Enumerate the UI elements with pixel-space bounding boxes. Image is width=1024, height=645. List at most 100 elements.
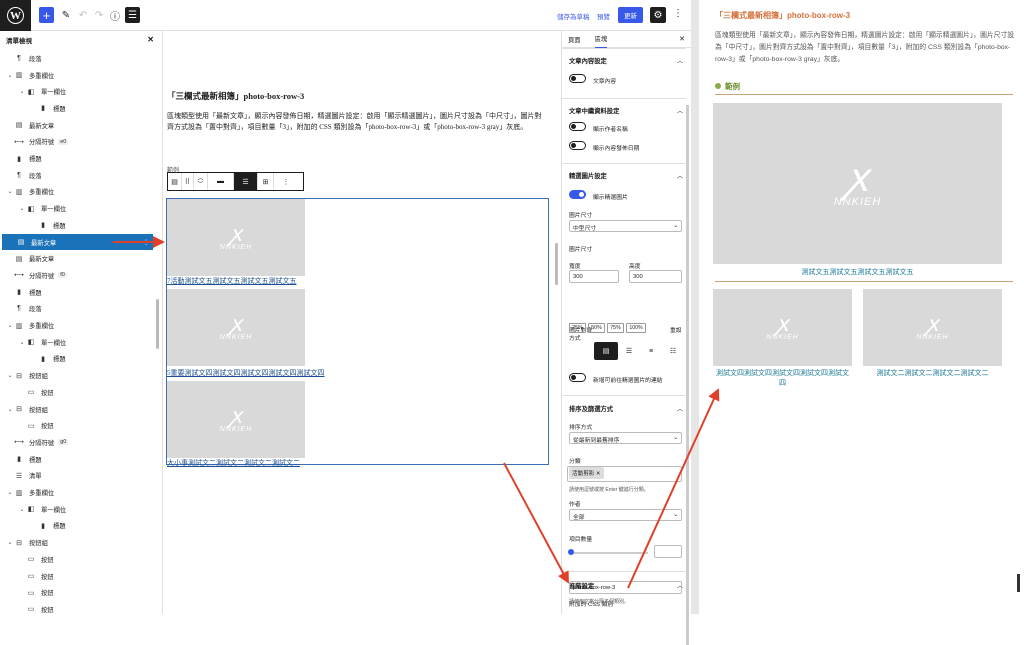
- chevron-down-icon[interactable]: ⌄: [6, 489, 14, 496]
- list-view-item[interactable]: ¶ 段落: [0, 50, 155, 67]
- chevron-down-icon[interactable]: ⌄: [6, 406, 14, 413]
- date-toggle[interactable]: [569, 141, 586, 150]
- section-title[interactable]: 排序及篩選方式: [569, 404, 613, 413]
- list-view-item[interactable]: ⌄ ⊟ 按鈕組: [0, 367, 155, 384]
- list-view-item[interactable]: ▭ 按鈕: [0, 584, 155, 601]
- list-view-item[interactable]: ⌄ ⊟ 按鈕組: [0, 534, 155, 551]
- canvas-scrollbar[interactable]: [555, 243, 558, 285]
- image-link-toggle[interactable]: [569, 373, 586, 382]
- align-center-icon[interactable]: ☰: [618, 342, 640, 360]
- close-icon[interactable]: ✕: [147, 35, 154, 44]
- list-view-item[interactable]: ▮ 標題: [0, 518, 155, 535]
- post-title-link[interactable]: 7活動測試文五測試文五測試文五測試文五: [167, 276, 305, 286]
- align-icon[interactable]: ▬: [208, 173, 234, 190]
- update-button[interactable]: 更新: [618, 7, 643, 23]
- chevron-down-icon[interactable]: ⌄: [18, 205, 26, 212]
- list-view-item[interactable]: ▮ 標題: [0, 150, 155, 167]
- list-view-item[interactable]: ⌄ ⊟ 按鈕組: [0, 401, 155, 418]
- chevron-up-icon[interactable]: ︿: [677, 171, 683, 180]
- list-view-item[interactable]: ▮ 標題: [0, 451, 155, 468]
- redo-icon[interactable]: ↷: [93, 7, 105, 23]
- chevron-down-icon[interactable]: ⌄: [6, 322, 14, 329]
- preview-caption-main[interactable]: 測試文五測試文五測試文五測試文五: [713, 267, 1002, 277]
- preview-caption-left[interactable]: 測試文四測試文四測試文四測試文四測試文四: [713, 368, 852, 388]
- preview-scrollbar[interactable]: [1017, 574, 1020, 592]
- list-view-item[interactable]: ▮ 標題: [0, 100, 155, 117]
- list-view-item[interactable]: ⌄ ◧ 單一欄位: [0, 334, 155, 351]
- content-toggle[interactable]: [569, 74, 586, 83]
- list-view-item[interactable]: ¶ 段落: [0, 301, 155, 318]
- list-view-item[interactable]: ▮ 標題: [0, 217, 155, 234]
- chevron-down-icon[interactable]: ⌄: [6, 372, 14, 379]
- list-view-item[interactable]: ▮ 標題: [0, 284, 155, 301]
- tab-block[interactable]: 區塊: [594, 30, 608, 48]
- preview-button[interactable]: 預覽: [597, 11, 610, 21]
- list-view-item[interactable]: ▤ 最新文章: [0, 117, 155, 134]
- list-view-item[interactable]: ⟷ 分隔符號 e0: [0, 134, 155, 151]
- list-layout-icon[interactable]: ☰: [234, 173, 258, 190]
- align-left-icon[interactable]: ▤: [594, 342, 618, 360]
- preview-main-image[interactable]: ꭗ NNKIEH: [713, 103, 1002, 264]
- list-view-item[interactable]: ⌄ ◧ 單一欄位: [0, 83, 155, 100]
- css-class-input[interactable]: photo-box-row-3: [569, 581, 682, 594]
- featured-image-toggle[interactable]: [569, 190, 586, 199]
- preview-image-left[interactable]: ꭗ NNKIEH: [713, 289, 852, 366]
- list-view-item[interactable]: ▤ 最新文章 ⋮: [2, 233, 153, 251]
- chevron-down-icon[interactable]: ⌄: [18, 339, 26, 346]
- list-view-item[interactable]: ¶ 段落: [0, 167, 155, 184]
- sort-select[interactable]: 從最新到最舊排序 ⌄: [569, 432, 682, 444]
- list-view-button[interactable]: ☰: [125, 7, 140, 23]
- preview-image-right[interactable]: ꭗ NNKIEH: [863, 289, 1002, 366]
- list-view-item[interactable]: ▮ 標題: [0, 351, 155, 368]
- save-draft-button[interactable]: 儲存為草稿: [557, 11, 590, 21]
- list-view-item[interactable]: ⟷ 分隔符號 f0: [0, 267, 155, 284]
- section-title[interactable]: 文章中繼資料設定: [569, 106, 619, 115]
- post-title-link[interactable]: 5重要測試文四測試文四測試文四測試文四測試文四: [167, 368, 325, 378]
- chevron-up-icon[interactable]: ︿: [677, 106, 683, 115]
- list-view-item[interactable]: ⌄ ◧ 單一欄位: [0, 501, 155, 518]
- reset-button[interactable]: 重設: [670, 325, 682, 334]
- list-view-item[interactable]: ⌄ ▥ 多重欄位: [0, 317, 155, 334]
- chevron-down-icon[interactable]: ⌄: [6, 188, 14, 195]
- pencil-icon[interactable]: ✎: [60, 7, 72, 23]
- post-title-link[interactable]: 大小事測試文二測試文二測試文二測試文二: [167, 458, 305, 468]
- list-view-scrollbar[interactable]: [156, 299, 159, 349]
- preview-caption-right[interactable]: 測試文二測試文二測試文二測試文二: [863, 368, 1002, 378]
- image-size-select[interactable]: 中型尺寸 ⌄: [569, 220, 682, 232]
- list-view-item[interactable]: ⌄ ◧ 單一欄位: [0, 200, 155, 217]
- align-right-icon[interactable]: ☷: [662, 342, 684, 360]
- list-view-item[interactable]: ▭ 按鈕: [0, 568, 155, 585]
- list-view-item[interactable]: ▤ 最新文章: [0, 250, 155, 267]
- list-view-item[interactable]: ⌄ ▥ 多重欄位: [0, 484, 155, 501]
- list-view-item[interactable]: ⌄ ▥ 多重欄位: [0, 67, 155, 84]
- align-middle-icon[interactable]: ≡: [640, 342, 662, 360]
- chevron-up-icon[interactable]: ︿: [677, 404, 683, 413]
- section-title[interactable]: 精選圖片設定: [569, 171, 607, 180]
- percent-100-button[interactable]: 100%: [626, 323, 646, 333]
- post-item[interactable]: ꭗ NNKIEH 5重要測試文四測試文四測試文四測試文四測試文四: [167, 289, 325, 378]
- chevron-down-icon[interactable]: ⌄: [6, 72, 14, 79]
- list-view-item[interactable]: ▭ 按鈕: [0, 601, 155, 614]
- canvas-description[interactable]: 區塊類型使用「最新文章」，顯示內容發佈日期，精選圖片設定：啟用「顯示精選圖片」，…: [167, 111, 547, 133]
- more-icon[interactable]: ⋮: [274, 173, 298, 190]
- post-item[interactable]: ꭗ NNKIEH 大小事測試文二測試文二測試文二測試文二: [167, 381, 305, 468]
- item-count-input[interactable]: [654, 545, 682, 558]
- list-view-item[interactable]: ⌄ ▥ 多重欄位: [0, 184, 155, 201]
- drag-handle-icon[interactable]: ⠿: [182, 173, 194, 190]
- canvas-heading[interactable]: 「三欄式最新相簿」photo-box-row-3: [167, 90, 304, 102]
- list-view-item[interactable]: ☰ 清單: [0, 468, 155, 485]
- list-view-item[interactable]: ▭ 按鈕: [0, 384, 155, 401]
- item-count-slider-track[interactable]: [571, 552, 648, 554]
- item-count-slider-handle[interactable]: [568, 549, 574, 555]
- close-icon[interactable]: ✕: [679, 35, 685, 43]
- undo-icon[interactable]: ↶: [77, 7, 89, 23]
- more-options-icon[interactable]: ⋮: [673, 8, 683, 19]
- percent-75-button[interactable]: 75%: [607, 323, 624, 333]
- wordpress-logo-icon[interactable]: W: [0, 0, 31, 31]
- section-title[interactable]: 文章內容設定: [569, 56, 607, 65]
- height-input[interactable]: 300: [629, 270, 682, 283]
- list-view-item[interactable]: ⟷ 分隔符號 g0: [0, 434, 155, 451]
- chevron-down-icon[interactable]: ⌄: [18, 506, 26, 513]
- grid-layout-icon[interactable]: ⊞: [258, 173, 274, 190]
- category-chip[interactable]: 活動剪影 ✕: [569, 467, 604, 479]
